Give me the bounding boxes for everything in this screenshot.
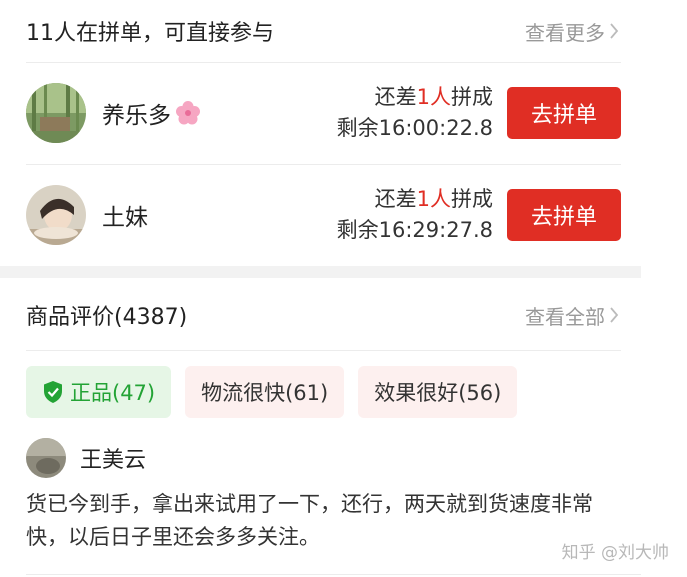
review-tag-genuine[interactable]: 正品(47)	[26, 366, 172, 418]
review-tag-good-effect[interactable]: 效果很好(56)	[358, 366, 518, 418]
need-text: 还差1人拼成	[374, 187, 493, 211]
shield-check-icon	[42, 380, 64, 404]
join-group-button[interactable]: 去拼单	[507, 189, 621, 241]
review-tag-fast-shipping[interactable]: 物流很快(61)	[185, 366, 345, 418]
group-status: 还差1人拼成 剩余16:29:27.8	[337, 184, 493, 246]
tag-label: 正品(47)	[70, 381, 156, 405]
product-page: 11人在拼单，可直接参与 查看更多 养乐多 还差1人拼成 剩余16:00:22.…	[0, 0, 687, 577]
tag-label: 物流很快(61)	[201, 381, 329, 405]
reviews-title: 商品评价(4387)	[26, 305, 188, 330]
countdown: 剩余16:29:27.8	[336, 218, 493, 242]
group-buy-title: 11人在拼单，可直接参与	[26, 21, 274, 46]
avatar	[26, 83, 86, 143]
group-row: 土妹 还差1人拼成 剩余16:29:27.8 去拼单	[0, 165, 641, 265]
need-text: 还差1人拼成	[374, 85, 493, 109]
view-more-label: 查看更多	[525, 20, 605, 45]
tag-label: 效果很好(56)	[374, 381, 502, 405]
avatar	[26, 438, 66, 478]
watermark: 知乎 @刘大帅	[561, 543, 669, 563]
chevron-right-icon	[609, 22, 619, 40]
group-row: 养乐多 还差1人拼成 剩余16:00:22.8 去拼单	[0, 63, 641, 163]
user-name: 养乐多	[102, 96, 201, 130]
view-more-link[interactable]: 查看更多	[525, 17, 619, 46]
group-status: 还差1人拼成 剩余16:00:22.8	[337, 82, 493, 144]
avatar	[26, 185, 86, 245]
review-text: 货已今到手，拿出来试用了一下，还行，两天就到货速度非常快，以后日子里还会多多关注…	[26, 492, 593, 549]
review-tags: 正品(47) 物流很快(61) 效果很好(56)	[26, 366, 518, 418]
user-name: 土妹	[102, 205, 148, 231]
reviews-section: 商品评价(4387) 查看全部 正品(47) 物流很快(61) 效果很好(56)…	[0, 278, 641, 577]
join-group-button[interactable]: 去拼单	[507, 87, 621, 139]
group-buy-header: 11人在拼单，可直接参与 查看更多	[0, 0, 641, 62]
divider	[26, 350, 621, 351]
reviewer: 王美云	[26, 438, 146, 478]
view-all-label: 查看全部	[525, 304, 605, 329]
chevron-right-icon	[609, 306, 619, 324]
flower-icon	[175, 100, 201, 126]
countdown: 剩余16:00:22.8	[336, 116, 493, 140]
view-all-link[interactable]: 查看全部	[525, 301, 619, 330]
reviews-header: 商品评价(4387) 查看全部	[0, 284, 641, 346]
group-buy-section: 11人在拼单，可直接参与 查看更多 养乐多 还差1人拼成 剩余16:00:22.…	[0, 0, 641, 266]
reviewer-name: 王美云	[80, 448, 147, 473]
section-divider	[0, 266, 641, 278]
divider	[26, 574, 641, 575]
